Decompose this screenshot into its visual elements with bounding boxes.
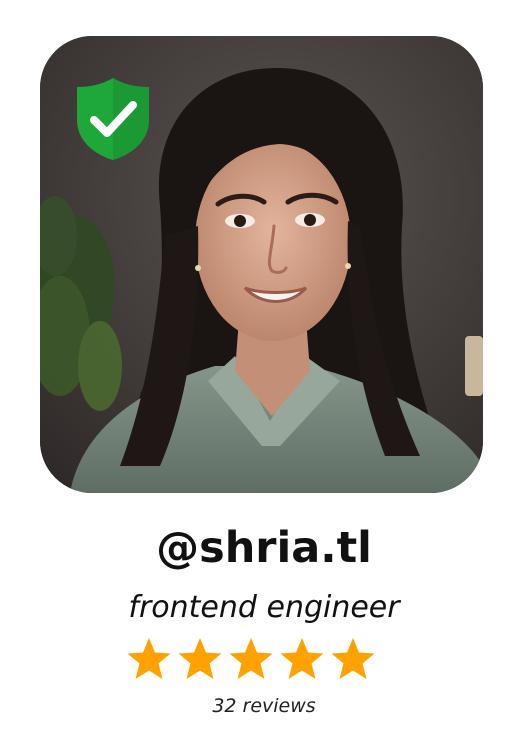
job-title: frontend engineer: [128, 590, 400, 625]
reviews-count[interactable]: 32 reviews: [0, 693, 528, 719]
star-icon: [177, 636, 223, 682]
profile-card: @shria.tl frontend engineer 32 reviews: [0, 0, 528, 753]
username[interactable]: @shria.tl: [0, 520, 528, 576]
verified-badge: [75, 76, 151, 162]
star-icon: [126, 636, 172, 682]
shield-check-icon: [77, 78, 149, 160]
star-icon: [330, 636, 376, 682]
profile-photo[interactable]: [40, 36, 483, 493]
rating-stars: [126, 636, 376, 682]
star-icon: [228, 636, 274, 682]
star-icon: [279, 636, 325, 682]
